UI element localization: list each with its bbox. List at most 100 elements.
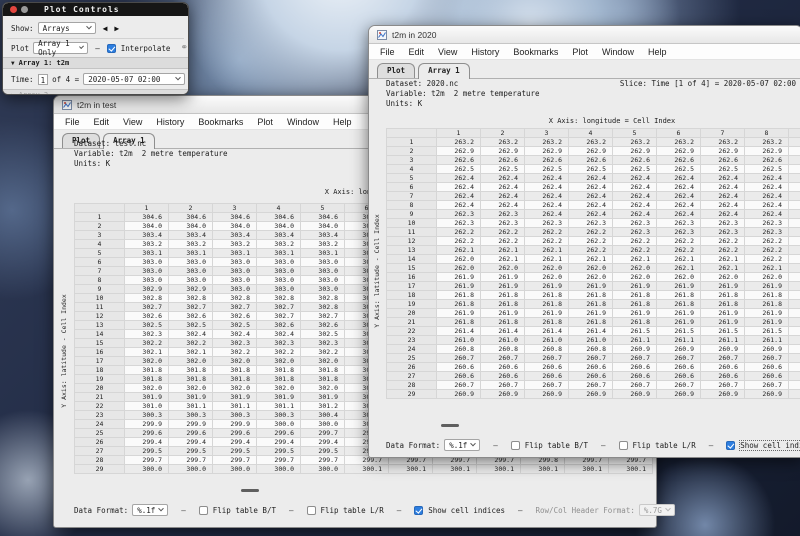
table-cell[interactable]: 303.1 (169, 249, 213, 258)
table-cell[interactable]: 262.4 (789, 210, 800, 219)
table-cell[interactable]: 262.9 (437, 147, 481, 156)
table-cell[interactable]: 262.5 (525, 165, 569, 174)
table-cell[interactable]: 263.2 (481, 138, 525, 147)
table-cell[interactable]: 260.9 (789, 345, 800, 354)
table-cell[interactable]: 262.2 (745, 246, 789, 255)
table-cell[interactable]: 303.2 (257, 240, 301, 249)
table-cell[interactable]: 302.8 (257, 294, 301, 303)
table-cell[interactable]: 262.3 (613, 219, 657, 228)
table-cell[interactable]: 299.7 (213, 456, 257, 465)
table-cell[interactable]: 262.4 (789, 183, 800, 192)
table-cell[interactable]: 262.0 (437, 255, 481, 264)
table-cell[interactable]: 300.3 (169, 411, 213, 420)
table-cell[interactable]: 261.9 (745, 318, 789, 327)
table-cell[interactable]: 262.4 (701, 201, 745, 210)
table-cell[interactable]: 302.7 (213, 303, 257, 312)
table-cell[interactable]: 262.6 (437, 156, 481, 165)
table-cell[interactable]: 261.8 (745, 291, 789, 300)
table-cell[interactable]: 299.6 (169, 429, 213, 438)
horizontal-scrollbar-thumb[interactable] (441, 424, 459, 427)
table-cell[interactable]: 260.7 (437, 354, 481, 363)
table-cell[interactable]: 261.9 (789, 282, 800, 291)
table-cell[interactable]: 262.5 (613, 165, 657, 174)
table-cell[interactable]: 261.9 (701, 309, 745, 318)
table-cell[interactable]: 262.6 (701, 156, 745, 165)
table-cell[interactable]: 261.8 (437, 318, 481, 327)
table-cell[interactable]: 262.6 (657, 156, 701, 165)
table-cell[interactable]: 261.5 (745, 327, 789, 336)
table-cell[interactable]: 262.0 (789, 273, 800, 282)
table-cell[interactable]: 262.3 (789, 219, 800, 228)
table-cell[interactable]: 260.9 (569, 390, 613, 399)
table-cell[interactable]: 302.5 (301, 330, 345, 339)
table-cell[interactable]: 302.6 (213, 312, 257, 321)
menu-item-history[interactable]: History (464, 47, 506, 57)
table-cell[interactable]: 302.2 (169, 339, 213, 348)
table-cell[interactable]: 261.9 (569, 282, 613, 291)
table-cell[interactable]: 262.2 (525, 228, 569, 237)
table-cell[interactable]: 303.2 (125, 240, 169, 249)
table-cell[interactable]: 262.2 (745, 237, 789, 246)
table-cell[interactable]: 302.0 (125, 384, 169, 393)
table-cell[interactable]: 261.9 (525, 282, 569, 291)
table-cell[interactable]: 262.4 (569, 192, 613, 201)
menu-item-file[interactable]: File (373, 47, 402, 57)
table-cell[interactable]: 303.4 (125, 231, 169, 240)
table-cell[interactable]: 299.7 (301, 429, 345, 438)
table-cell[interactable]: 260.6 (789, 363, 800, 372)
table-cell[interactable]: 302.7 (125, 303, 169, 312)
table-cell[interactable]: 261.9 (745, 282, 789, 291)
table-cell[interactable]: 262.9 (525, 147, 569, 156)
table-cell[interactable]: 301.8 (301, 366, 345, 375)
table-cell[interactable]: 260.8 (569, 345, 613, 354)
table-cell[interactable]: 262.1 (701, 255, 745, 264)
table-cell[interactable]: 262.3 (481, 210, 525, 219)
table-cell[interactable]: 260.6 (525, 372, 569, 381)
table-cell[interactable]: 262.4 (481, 201, 525, 210)
table-cell[interactable]: 260.6 (569, 363, 613, 372)
table-cell[interactable]: 261.1 (789, 336, 800, 345)
table-cell[interactable]: 261.9 (569, 309, 613, 318)
table-cell[interactable]: 262.2 (789, 237, 800, 246)
table-cell[interactable]: 300.1 (389, 465, 433, 474)
link-icon[interactable]: ⚭ (180, 43, 188, 53)
table-cell[interactable]: 261.1 (613, 336, 657, 345)
table-cell[interactable]: 261.8 (613, 291, 657, 300)
table-cell[interactable]: 303.4 (257, 231, 301, 240)
table-cell[interactable]: 303.4 (213, 231, 257, 240)
menu-item-file[interactable]: File (58, 117, 87, 127)
table-cell[interactable]: 300.1 (433, 465, 477, 474)
table-cell[interactable]: 262.6 (745, 156, 789, 165)
table-cell[interactable]: 262.4 (657, 210, 701, 219)
table-cell[interactable]: 263.2 (569, 138, 613, 147)
table-cell[interactable]: 262.5 (789, 165, 800, 174)
menu-item-help[interactable]: Help (641, 47, 674, 57)
table-cell[interactable]: 260.9 (701, 345, 745, 354)
table-cell[interactable]: 302.6 (125, 312, 169, 321)
minimize-icon[interactable] (21, 6, 28, 13)
table-cell[interactable]: 260.6 (525, 363, 569, 372)
table-cell[interactable]: 262.5 (657, 165, 701, 174)
table-cell[interactable]: 262.0 (569, 264, 613, 273)
table-cell[interactable]: 301.0 (125, 402, 169, 411)
table-cell[interactable]: 299.7 (301, 456, 345, 465)
table-cell[interactable]: 300.4 (301, 411, 345, 420)
table-cell[interactable]: 260.7 (745, 354, 789, 363)
table-cell[interactable]: 260.7 (525, 354, 569, 363)
table-cell[interactable]: 262.2 (745, 255, 789, 264)
table-cell[interactable]: 303.2 (169, 240, 213, 249)
table-cell[interactable]: 302.1 (125, 348, 169, 357)
horizontal-scrollbar-thumb[interactable] (241, 489, 259, 492)
table-cell[interactable]: 303.0 (301, 258, 345, 267)
table-cell[interactable]: 262.4 (789, 201, 800, 210)
table-cell[interactable]: 261.5 (701, 327, 745, 336)
table-cell[interactable]: 262.0 (525, 273, 569, 282)
show-select[interactable]: Arrays (38, 22, 96, 34)
table-cell[interactable]: 261.9 (657, 309, 701, 318)
table-cell[interactable]: 261.9 (657, 318, 701, 327)
table-cell[interactable]: 261.9 (481, 309, 525, 318)
table-cell[interactable]: 260.6 (569, 372, 613, 381)
table-cell[interactable]: 262.1 (701, 264, 745, 273)
table-cell[interactable]: 262.4 (569, 183, 613, 192)
table-cell[interactable]: 260.6 (789, 372, 800, 381)
